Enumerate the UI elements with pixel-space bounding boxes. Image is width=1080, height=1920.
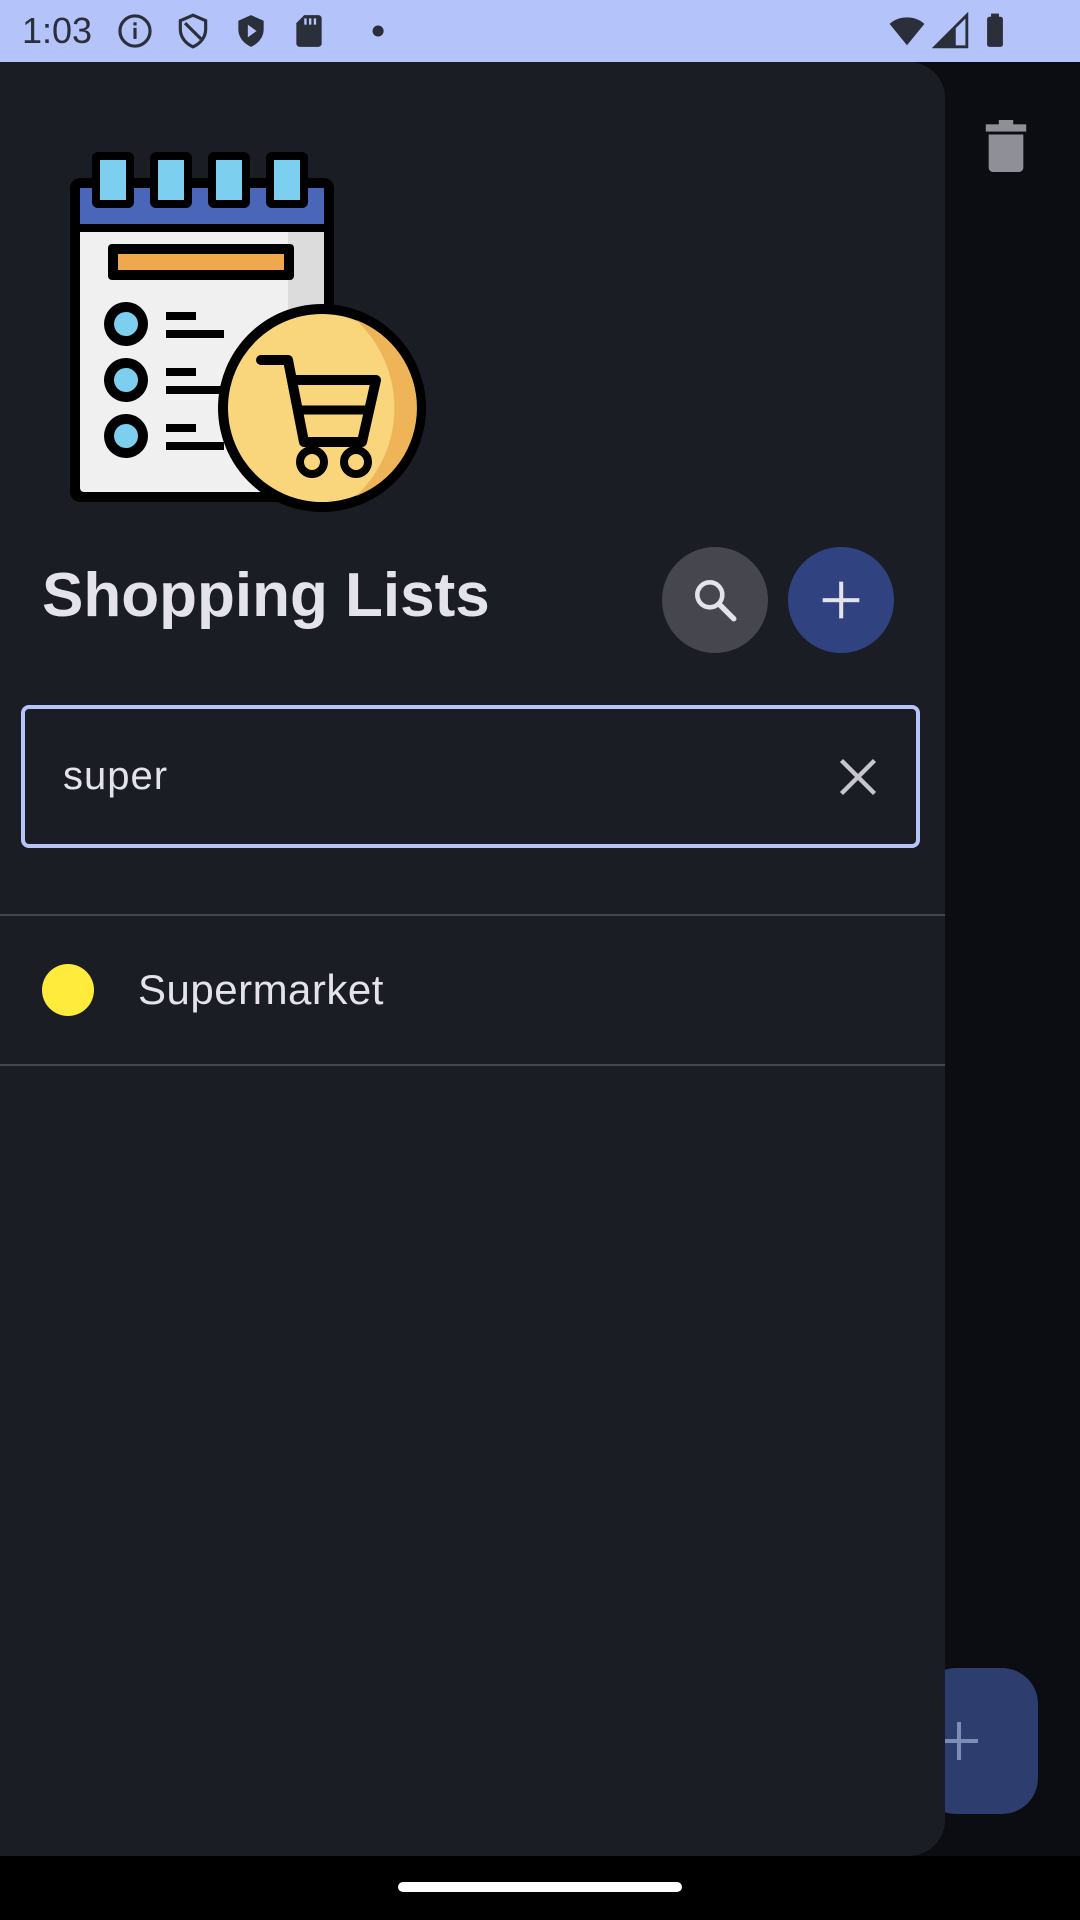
- drawer-title: Shopping Lists: [42, 561, 490, 630]
- app-logo: [70, 152, 426, 512]
- trash-icon[interactable]: [985, 120, 1027, 172]
- home-handle[interactable]: [398, 1882, 682, 1892]
- signal-icon: [932, 12, 969, 49]
- search-field[interactable]: [21, 705, 920, 848]
- gesture-nav-area: [0, 1856, 1080, 1920]
- list-color-dot: [42, 964, 94, 1016]
- sd-card-icon: [296, 15, 322, 47]
- battery-icon: [987, 13, 1003, 47]
- navigation-drawer: Shopping Lists Supermarket: [0, 62, 945, 1856]
- screen: 1:03 Shopping Lists super Supermarket: [0, 0, 1080, 1920]
- list-item-supermarket[interactable]: Supermarket: [0, 916, 945, 1064]
- info-icon: [118, 14, 152, 48]
- search-icon: [695, 580, 737, 622]
- divider: [0, 1064, 945, 1066]
- status-bar: 1:03: [0, 0, 1080, 62]
- dot-icon: [372, 25, 384, 37]
- add-list-button[interactable]: [788, 547, 894, 653]
- list-item-label: Supermarket: [138, 966, 384, 1013]
- search-button[interactable]: [662, 547, 768, 653]
- search-input[interactable]: [63, 709, 823, 844]
- close-icon[interactable]: [836, 755, 880, 799]
- play-shield-icon: [238, 15, 264, 47]
- status-time: 1:03: [22, 10, 93, 51]
- wifi-icon: [889, 17, 925, 46]
- shield-icon: [178, 13, 208, 49]
- plus-icon: [822, 581, 860, 619]
